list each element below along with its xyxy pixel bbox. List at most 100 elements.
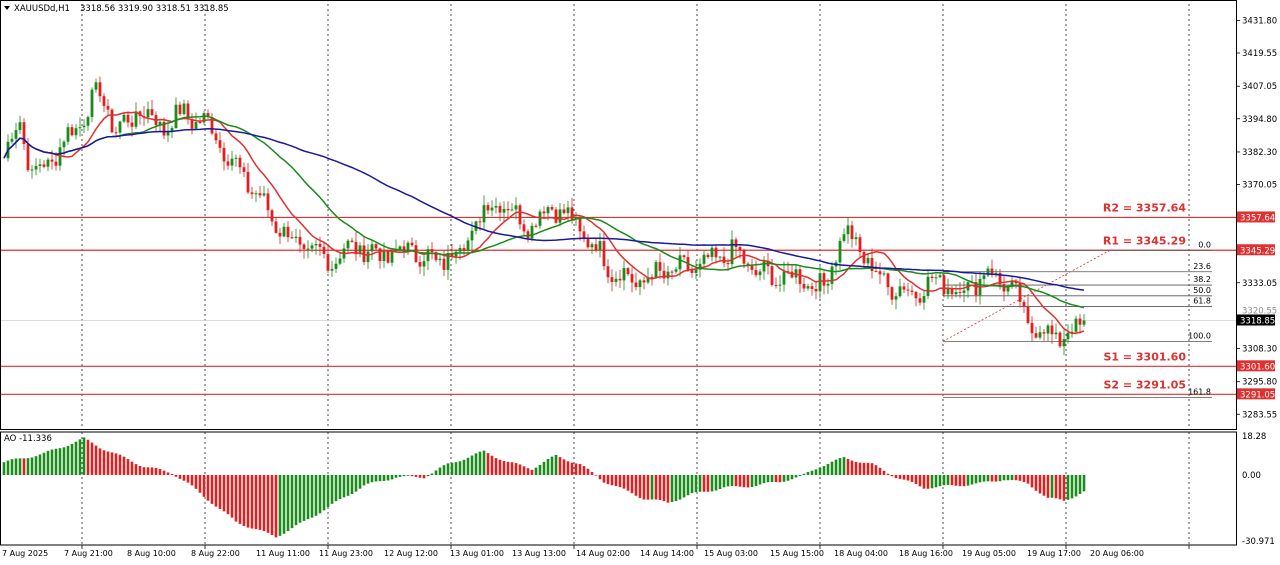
- ao-bar: [598, 474, 602, 480]
- ao-bar: [738, 474, 742, 487]
- current-price-tag-text: 3318.85: [1240, 316, 1275, 326]
- candle-body: [758, 271, 762, 276]
- candle-body: [546, 207, 550, 214]
- ao-bar: [426, 474, 430, 477]
- ma-fast-line: [3, 111, 1085, 335]
- candle-body: [810, 286, 814, 290]
- ao-bar: [182, 474, 186, 481]
- candle-body: [902, 286, 906, 290]
- ao-bar: [594, 474, 598, 476]
- ao-bar: [770, 474, 774, 482]
- ao-bar: [922, 474, 926, 489]
- candle-body: [298, 236, 302, 245]
- candle-body: [634, 282, 638, 288]
- chart-window: R2 = 3357.64 3357.64 R1 = 3345.29 3345.29 S1…: [0, 0, 1280, 561]
- ao-bar: [790, 474, 794, 480]
- candle-body: [378, 248, 382, 261]
- candle-body: [682, 255, 686, 258]
- ao-bar: [326, 474, 330, 508]
- candle-body: [958, 291, 962, 293]
- ao-bar: [466, 457, 470, 475]
- candle-body: [630, 274, 634, 283]
- candle-body: [494, 205, 498, 208]
- ao-bar: [882, 470, 886, 475]
- ao-bar: [406, 474, 410, 476]
- time-label: 19 Aug 17:00: [1027, 549, 1081, 558]
- candle-body: [606, 266, 610, 278]
- candle-body: [430, 249, 434, 253]
- ao-bar: [306, 474, 310, 520]
- fib-level-label: 23.6: [1193, 262, 1211, 271]
- level-label-s1: S1 = 3301.60: [1103, 350, 1186, 363]
- ao-bar: [342, 474, 346, 498]
- ao-bar: [1042, 474, 1046, 496]
- ao-bar: [814, 469, 818, 475]
- candle-body: [710, 247, 714, 258]
- candle-body: [234, 157, 238, 159]
- candle-body: [1078, 318, 1082, 325]
- moving-averages: [3, 111, 1085, 335]
- ao-bar: [898, 474, 902, 479]
- candle-body: [510, 209, 514, 211]
- candle-body: [42, 164, 46, 167]
- candle-body: [114, 132, 118, 134]
- candle-body: [1022, 301, 1026, 307]
- level-price-tag-text: 3345.29: [1240, 246, 1275, 256]
- candle-body: [874, 270, 878, 272]
- fib-level-label: 100.0: [1188, 331, 1211, 340]
- ao-bar: [942, 474, 946, 486]
- candle-body: [566, 207, 570, 214]
- candle-body: [66, 127, 70, 142]
- ao-bar: [214, 474, 218, 507]
- candle-body: [242, 167, 246, 172]
- ao-bar: [662, 474, 666, 502]
- candle-body: [322, 246, 326, 255]
- ao-bar: [66, 445, 70, 475]
- candle-body: [890, 287, 894, 300]
- price-chart[interactable]: R2 = 3357.64 3357.64 R1 = 3345.29 3345.29 S1…: [0, 0, 1280, 561]
- ao-bar: [390, 474, 394, 480]
- ao-bar: [934, 474, 938, 488]
- candle-body: [310, 245, 314, 249]
- ao-bar: [146, 467, 150, 475]
- ao-bar: [1074, 474, 1078, 497]
- indicator-label: AO -11.336: [4, 434, 52, 444]
- candle-body: [742, 250, 746, 264]
- ao-bar: [86, 439, 90, 475]
- ao-bar: [154, 467, 158, 475]
- fib-level-label: 161.8: [1188, 388, 1211, 397]
- candle-body: [522, 224, 526, 232]
- ao-bar: [386, 474, 390, 481]
- candle-body: [530, 225, 534, 239]
- candle-body: [734, 239, 738, 248]
- ao-bar: [238, 474, 242, 524]
- ao-bar: [710, 474, 714, 492]
- dropdown-triangle-icon[interactable]: [4, 6, 10, 10]
- ao-bar: [246, 474, 250, 528]
- ao-bar: [654, 474, 658, 500]
- candle-body: [422, 261, 426, 267]
- candle-body: [1054, 332, 1058, 335]
- time-label: 11 Aug 11:00: [256, 549, 310, 558]
- fib-level-label: 38.2: [1193, 275, 1211, 284]
- candle-body: [98, 82, 102, 97]
- candle-body: [718, 256, 722, 258]
- candle-body: [482, 205, 486, 223]
- ao-bar: [134, 464, 138, 475]
- ao-bar: [606, 474, 610, 485]
- ao-bar: [518, 464, 522, 475]
- price-tick-label: 3419.55: [1242, 49, 1277, 59]
- candle-body: [762, 260, 766, 272]
- ao-bar: [438, 467, 442, 475]
- price-tick-label: 3370.05: [1242, 180, 1277, 190]
- candle-body: [818, 273, 822, 292]
- candle-body: [538, 211, 542, 226]
- candle-body: [54, 161, 58, 166]
- ao-bar: [722, 474, 726, 488]
- ao-bar: [642, 474, 646, 500]
- candle-body: [326, 254, 330, 271]
- ao-bar: [1034, 474, 1038, 491]
- candle-body: [150, 109, 154, 116]
- ao-bar: [946, 474, 950, 485]
- candle-body: [866, 257, 870, 264]
